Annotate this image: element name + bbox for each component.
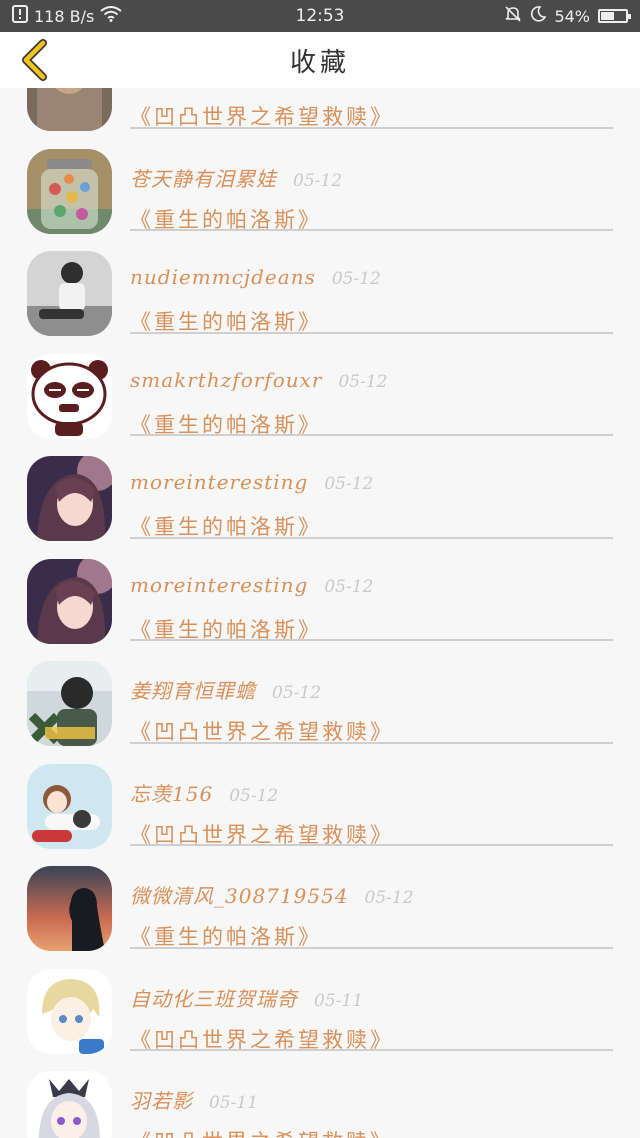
username-row: moreinteresting 05-12	[130, 573, 373, 597]
item-text: 羽若影 05-11 《凹凸世界之希望救赎》	[130, 1051, 613, 1138]
book-title[interactable]: 《重生的帕洛斯》	[130, 614, 322, 644]
book-title[interactable]: 《凹凸世界之希望救赎》	[130, 819, 394, 849]
avatar[interactable]	[27, 763, 112, 849]
item-text: 《凹凸世界之希望救赎》	[130, 88, 613, 129]
favorite-date: 05-11	[314, 990, 364, 1011]
username[interactable]: 姜翔育恒罪蟾	[130, 675, 256, 704]
avatar[interactable]	[27, 558, 112, 644]
list-item[interactable]: 自动化三班贺瑞奇 05-11 《凹凸世界之希望救赎》	[0, 949, 640, 1054]
wifi-icon	[100, 6, 122, 26]
username[interactable]: 苍天静有泪累娃	[130, 163, 277, 192]
avatar[interactable]	[27, 148, 112, 234]
list-item[interactable]: 微微清风_308719554 05-12 《重生的帕洛斯》	[0, 846, 640, 951]
username[interactable]: nudiemmcjdeans	[130, 265, 316, 289]
list-item[interactable]: 苍天静有泪累娃 05-12 《重生的帕洛斯》	[0, 129, 640, 234]
book-title[interactable]: 《凹凸世界之希望救赎》	[130, 716, 394, 746]
favorites-list[interactable]: 《凹凸世界之希望救赎》 苍天静有泪累娃 05-12 《重生的帕洛斯》 nudiemmcj…	[0, 88, 640, 1138]
username-row: 自动化三班贺瑞奇 05-11	[130, 983, 363, 1012]
book-title[interactable]: 《重生的帕洛斯》	[130, 204, 322, 234]
avatar[interactable]	[27, 251, 112, 336]
username-row: 微微清风_308719554 05-12	[130, 880, 414, 909]
page-title: 收藏	[289, 47, 350, 78]
username[interactable]: 羽若影	[130, 1085, 193, 1114]
username-row: moreinteresting 05-12	[130, 470, 373, 494]
username[interactable]: 微微清风_308719554	[130, 880, 349, 909]
favorite-date: 05-12	[272, 683, 322, 703]
navigation-bar: 收藏	[0, 32, 640, 88]
list-item[interactable]: 姜翔育恒罪蟾 05-12 《凹凸世界之希望救赎》	[0, 641, 640, 746]
username-row: nudiemmcjdeans 05-12	[130, 265, 381, 289]
username[interactable]: 忘羡156	[130, 778, 213, 807]
battery-fill	[601, 12, 614, 20]
username[interactable]: smakrthzforfouxr	[130, 368, 322, 392]
book-title[interactable]: 《重生的帕洛斯》	[130, 306, 322, 336]
username-row: smakrthzforfouxr 05-12	[130, 368, 387, 392]
mute-bell-icon	[504, 5, 522, 27]
favorite-date: 05-11	[209, 1093, 259, 1113]
favorite-date: 05-12	[331, 269, 381, 289]
clock: 12:53	[295, 6, 345, 26]
username-row: 羽若影 05-11	[130, 1085, 258, 1114]
book-title[interactable]: 《重生的帕洛斯》	[130, 409, 322, 439]
item-text: 自动化三班贺瑞奇 05-11 《凹凸世界之希望救赎》	[130, 949, 613, 1052]
username[interactable]: moreinteresting	[130, 470, 308, 494]
status-left: 118 B/s	[12, 5, 212, 27]
book-title[interactable]: 《重生的帕洛斯》	[130, 921, 322, 951]
username-row: 忘羡156 05-12	[130, 778, 278, 807]
battery-icon	[598, 9, 631, 23]
book-title[interactable]: 《凹凸世界之希望救赎》	[130, 101, 394, 131]
favorites-list-inner: 《凹凸世界之希望救赎》 苍天静有泪累娃 05-12 《重生的帕洛斯》 nudiemmcj…	[0, 88, 640, 1138]
notification-icon	[12, 5, 28, 27]
avatar[interactable]	[27, 353, 112, 439]
item-text: smakrthzforfouxr 05-12 《重生的帕洛斯》	[130, 334, 613, 437]
avatar[interactable]	[27, 456, 112, 541]
book-title[interactable]: 《凹凸世界之希望救赎》	[130, 1024, 394, 1054]
item-text: 微微清风_308719554 05-12 《重生的帕洛斯》	[130, 846, 613, 949]
item-text: 苍天静有泪累娃 05-12 《重生的帕洛斯》	[130, 129, 613, 232]
favorite-date: 05-12	[229, 785, 279, 806]
list-item[interactable]: smakrthzforfouxr 05-12 《重生的帕洛斯》	[0, 334, 640, 439]
item-text: nudiemmcjdeans 05-12 《重生的帕洛斯》	[130, 231, 613, 334]
favorite-date: 05-12	[338, 371, 388, 392]
username[interactable]: 自动化三班贺瑞奇	[130, 983, 298, 1012]
moon-icon	[530, 6, 547, 26]
status-bar: 118 B/s 12:53 54%	[0, 0, 640, 32]
username-row: 苍天静有泪累娃 05-12	[130, 163, 342, 192]
book-title[interactable]: 《重生的帕洛斯》	[130, 511, 322, 541]
favorite-date: 05-12	[324, 474, 374, 494]
network-speed: 118 B/s	[34, 6, 95, 26]
item-text: 姜翔育恒罪蟾 05-12 《凹凸世界之希望救赎》	[130, 641, 613, 744]
avatar[interactable]	[27, 1071, 112, 1138]
username[interactable]: moreinteresting	[130, 573, 308, 597]
list-item[interactable]: moreinteresting 05-12 《重生的帕洛斯》	[0, 539, 640, 644]
favorite-date: 05-12	[293, 170, 343, 191]
avatar[interactable]	[27, 968, 112, 1054]
avatar[interactable]	[27, 88, 112, 131]
favorite-date: 05-12	[324, 576, 374, 597]
username-row: 姜翔育恒罪蟾 05-12	[130, 675, 321, 704]
favorite-date: 05-12	[364, 888, 414, 908]
book-title[interactable]: 《凹凸世界之希望救赎》	[130, 1126, 394, 1138]
avatar[interactable]	[27, 661, 112, 746]
avatar[interactable]	[27, 866, 112, 951]
list-item[interactable]: 忘羡156 05-12 《凹凸世界之希望救赎》	[0, 744, 640, 849]
list-item[interactable]: 《凹凸世界之希望救赎》	[0, 88, 640, 131]
item-text: moreinteresting 05-12 《重生的帕洛斯》	[130, 436, 613, 539]
chevron-left-icon	[22, 39, 47, 81]
list-item[interactable]: nudiemmcjdeans 05-12 《重生的帕洛斯》	[0, 231, 640, 336]
list-item[interactable]: moreinteresting 05-12 《重生的帕洛斯》	[0, 436, 640, 541]
item-text: 忘羡156 05-12 《凹凸世界之希望救赎》	[130, 744, 613, 847]
status-right: 54%	[428, 5, 631, 27]
back-button[interactable]	[14, 38, 54, 82]
battery-percent: 54%	[554, 6, 590, 26]
item-text: moreinteresting 05-12 《重生的帕洛斯》	[130, 539, 613, 642]
list-item[interactable]: 羽若影 05-11 《凹凸世界之希望救赎》	[0, 1051, 640, 1138]
